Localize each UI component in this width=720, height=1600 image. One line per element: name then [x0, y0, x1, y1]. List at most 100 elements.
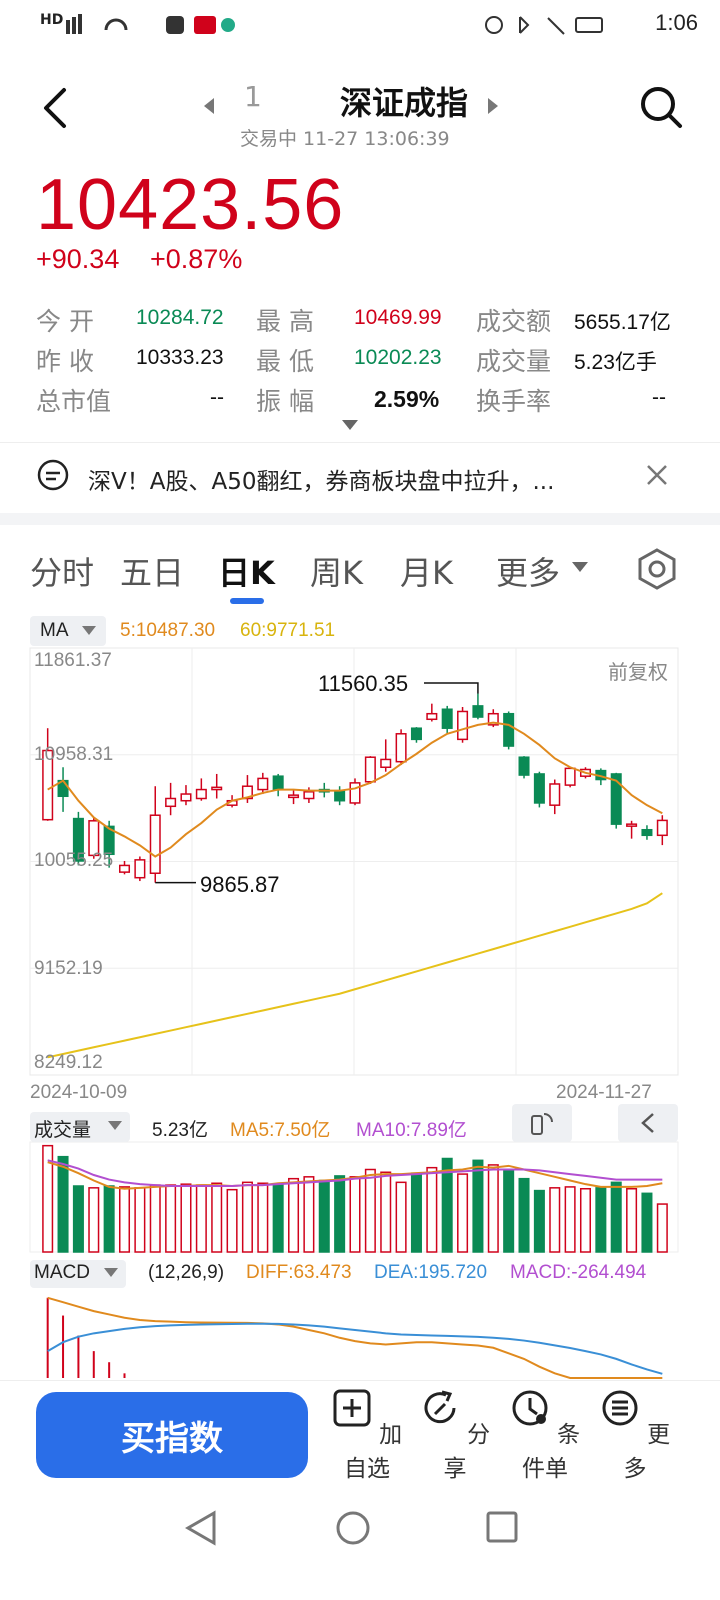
candle-body	[180, 793, 192, 802]
volume-bar	[72, 1185, 84, 1253]
volume-bar	[318, 1179, 330, 1253]
share-icon	[424, 1390, 456, 1424]
candle-body	[626, 823, 638, 827]
candle-body	[518, 756, 530, 776]
stat-value: 10284.72	[136, 306, 224, 329]
volume-bar	[518, 1177, 530, 1253]
settings-hexagon-icon[interactable]	[636, 548, 678, 590]
candle-body	[656, 819, 668, 837]
volume-ma10: MA10:7.89亿	[356, 1120, 467, 1141]
candle-body	[503, 712, 515, 747]
stat-value: 5655.17亿	[574, 311, 671, 334]
current-price: 10423.56	[36, 165, 345, 245]
candle-body	[533, 773, 545, 804]
clock-icon	[512, 1390, 548, 1426]
stat-value: --	[210, 386, 224, 409]
more-dropdown-icon[interactable]	[572, 562, 588, 574]
next-index-arrow-icon[interactable]	[488, 98, 498, 114]
macd-label: MACD	[34, 1262, 90, 1283]
close-icon[interactable]	[646, 464, 668, 486]
high-price-mark: 11560.35	[318, 671, 409, 696]
macd-dropdown-icon[interactable]	[104, 1268, 118, 1278]
chevron-left-icon[interactable]	[640, 1112, 656, 1134]
rotate-icon[interactable]	[528, 1110, 556, 1136]
volume-bar	[88, 1187, 100, 1253]
volume-bar	[410, 1172, 422, 1253]
low-price-mark: 9865.87	[200, 872, 280, 897]
macd-diff-line	[47, 1296, 663, 1379]
candle-body	[549, 783, 561, 806]
tab-five-day[interactable]: 五日	[120, 548, 184, 594]
ma-label: MA	[40, 620, 69, 641]
candle-body	[149, 814, 161, 874]
volume-bar	[134, 1187, 146, 1253]
more-label: 更多	[623, 1422, 671, 1482]
candle-body	[165, 797, 177, 808]
status-icons	[66, 14, 235, 34]
buy-index-button[interactable]: 买指数	[36, 1392, 308, 1478]
volume-bar	[364, 1168, 376, 1253]
tab-more[interactable]: 更多	[496, 548, 560, 594]
stat-label: 今 开	[36, 307, 94, 336]
volume-bar	[165, 1184, 177, 1253]
nav-back-icon[interactable]	[184, 1510, 216, 1546]
plus-square-icon	[333, 1389, 371, 1427]
more-button[interactable]: 更多	[590, 1388, 680, 1483]
conditional-order-button[interactable]: 条件单	[500, 1388, 590, 1483]
news-headline[interactable]: 深V！A股、A50翻红，券商板块盘中拉升，...	[88, 462, 554, 496]
volume-bar	[656, 1203, 668, 1253]
tab-weekly-k[interactable]: 周K	[310, 548, 363, 594]
candle-body	[472, 705, 484, 718]
high-marker-line	[424, 682, 479, 694]
add-watchlist-button[interactable]: 加自选	[322, 1388, 412, 1483]
search-icon[interactable]	[638, 84, 686, 132]
candle-body	[441, 708, 453, 729]
adjust-mode-label[interactable]: 前复权	[608, 656, 668, 685]
volume-bar	[272, 1184, 284, 1253]
share-label: 分享	[443, 1422, 491, 1482]
macd-dea: DEA:195.720	[374, 1262, 488, 1283]
status-right-icons	[485, 16, 603, 35]
volume-bar	[57, 1155, 69, 1253]
date-end: 2024-11-27	[556, 1082, 652, 1103]
volume-ma5: MA5:7.50亿	[230, 1120, 331, 1141]
candle-body	[410, 727, 422, 741]
stat-label: 换手率	[476, 387, 552, 416]
y-tick-2: 10055.25	[34, 850, 114, 871]
candle-body	[303, 791, 315, 800]
macd-diff: DIFF:63.473	[246, 1262, 352, 1283]
volume-bar	[395, 1181, 407, 1253]
volume-bar	[349, 1176, 361, 1253]
expand-chevron-icon[interactable]	[342, 420, 358, 432]
nav-recents-icon[interactable]	[486, 1511, 518, 1543]
nav-home-icon[interactable]	[336, 1511, 370, 1545]
tab-monthly-k[interactable]: 月K	[400, 548, 453, 594]
share-button[interactable]: 分享	[410, 1388, 500, 1483]
tab-daily-k[interactable]: 日K	[218, 548, 275, 594]
candle-body	[257, 777, 269, 791]
status-bar: HD 1:06	[0, 0, 720, 48]
stat-value: 10333.23	[136, 346, 224, 369]
volume-bar	[641, 1192, 653, 1253]
y-tick-4: 8249.12	[34, 1052, 103, 1073]
prev-index-arrow-icon[interactable]	[204, 98, 214, 114]
stat-label: 最 低	[256, 347, 314, 376]
back-arrow-icon[interactable]	[36, 84, 76, 132]
volume-dropdown-icon[interactable]	[108, 1121, 122, 1131]
tab-minute[interactable]: 分时	[30, 548, 94, 594]
volume-bar	[334, 1175, 346, 1253]
volume-bar	[195, 1184, 207, 1253]
volume-bar	[487, 1164, 499, 1253]
candle-body	[334, 789, 346, 802]
macd-params: (12,26,9)	[148, 1262, 225, 1283]
conditional-order-label: 条件单	[522, 1422, 581, 1482]
page-title: 深证成指	[340, 84, 469, 122]
stat-label: 振 幅	[256, 387, 314, 416]
system-nav-bar	[184, 1510, 518, 1546]
ma-dropdown-icon[interactable]	[82, 626, 96, 636]
stat-label: 成交量	[476, 347, 552, 376]
candle-body	[211, 786, 223, 791]
divider	[0, 1380, 720, 1381]
ma60-line	[47, 892, 663, 1059]
volume-bar	[564, 1186, 576, 1253]
